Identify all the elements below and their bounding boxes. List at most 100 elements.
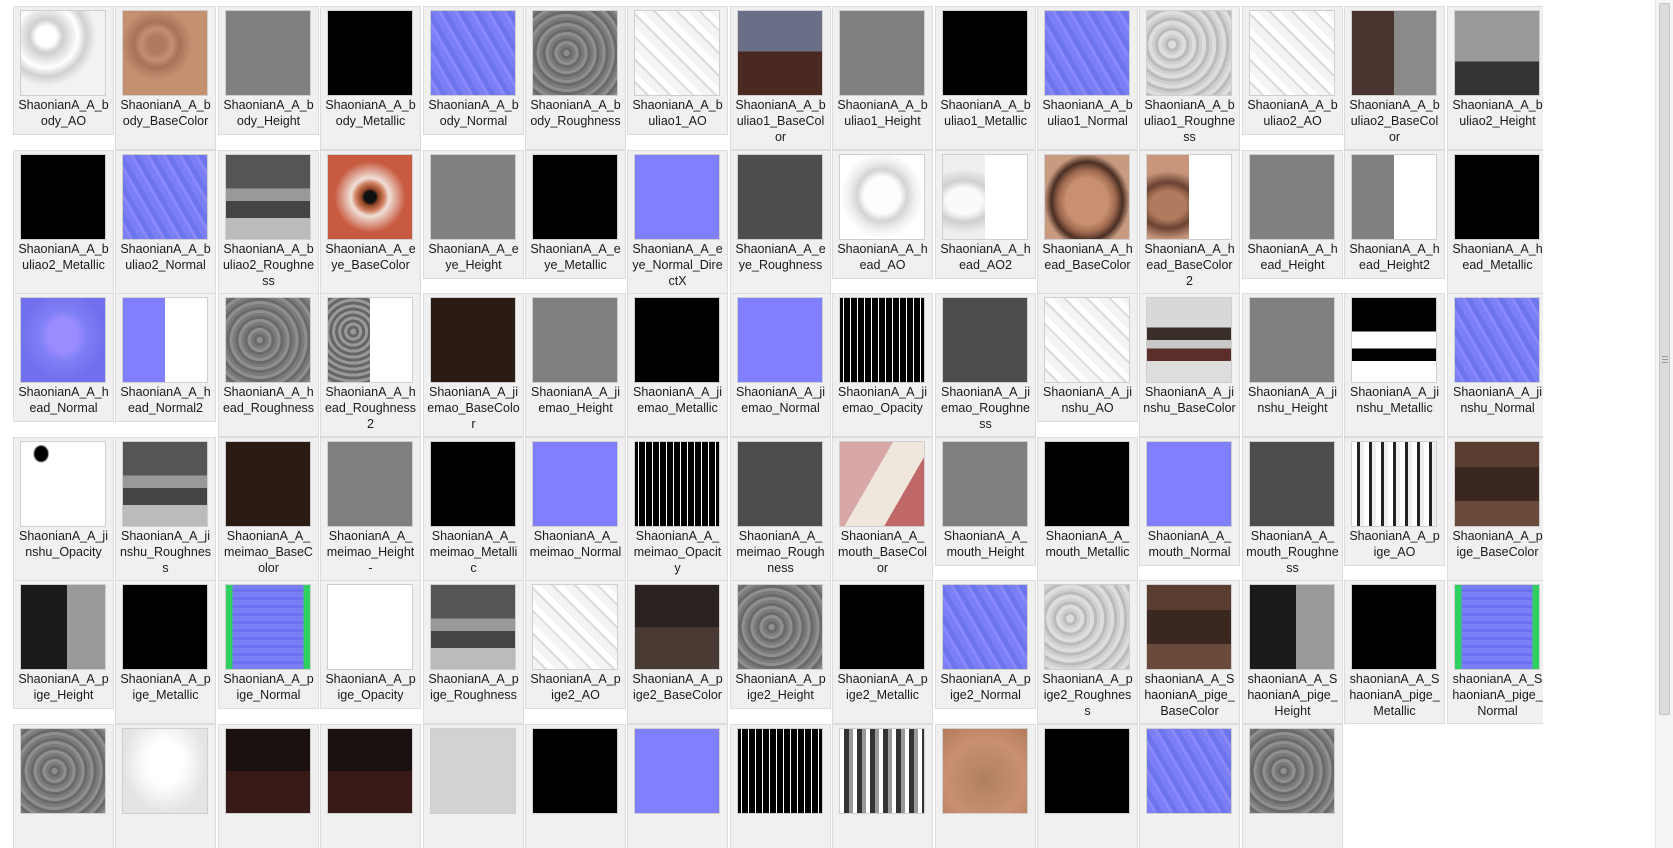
- file-item[interactable]: ShaonianA_A_eye_Metallic: [525, 150, 626, 279]
- file-item[interactable]: ShaonianA_A_mouth_BaseColor: [832, 437, 933, 581]
- file-item[interactable]: [423, 724, 524, 848]
- file-item[interactable]: ShaonianA_A_buliao2_AO: [1242, 6, 1343, 135]
- file-item[interactable]: ShaonianA_A_body_Height: [218, 6, 319, 135]
- file-item[interactable]: ShaonianA_A_head_Normal2: [115, 293, 216, 422]
- file-item[interactable]: ShaonianA_A_head_Metallic: [1447, 150, 1543, 294]
- scrollbar-thumb[interactable]: [1659, 3, 1670, 715]
- file-item[interactable]: ShaonianA_A_head_AO2: [935, 150, 1036, 279]
- texture-thumbnail: [1146, 10, 1232, 96]
- file-item[interactable]: shaonianA_A_ShaonianA_pige_Height: [1242, 580, 1343, 724]
- file-item[interactable]: ShaonianA_A_mouth_Normal: [1139, 437, 1240, 566]
- file-item[interactable]: ShaonianA_A_pige_AO: [1344, 437, 1445, 566]
- file-name-label: shaonianA_A_ShaonianA_pige_Metallic: [1349, 672, 1440, 718]
- file-item[interactable]: ShaonianA_A_jiemao_BaseColor: [423, 293, 524, 437]
- file-item[interactable]: ShaonianA_A_meimao_Height -: [320, 437, 421, 581]
- file-item[interactable]: [627, 724, 728, 848]
- file-item[interactable]: ShaonianA_A_jinshu_Opacity: [13, 437, 114, 581]
- file-item[interactable]: ShaonianA_A_buliao2_BaseColor: [1344, 6, 1445, 150]
- file-item[interactable]: ShaonianA_A_jinshu_Normal: [1447, 293, 1543, 437]
- file-item[interactable]: [218, 724, 319, 848]
- file-item[interactable]: ShaonianA_A_head_Height2: [1344, 150, 1445, 279]
- file-item[interactable]: [1139, 724, 1240, 848]
- file-item[interactable]: ShaonianA_A_meimao_Opacity: [627, 437, 728, 581]
- file-item[interactable]: ShaonianA_A_pige2_Metallic: [832, 580, 933, 724]
- file-item[interactable]: ShaonianA_A_buliao1_Roughness: [1139, 6, 1240, 150]
- file-name-label: ShaonianA_A_buliao2_BaseColor: [1349, 98, 1440, 144]
- file-item[interactable]: [13, 724, 114, 848]
- file-item[interactable]: ShaonianA_A_pige_Opacity: [320, 580, 421, 709]
- file-item[interactable]: ShaonianA_A_buliao1_BaseColor: [730, 6, 831, 150]
- file-item[interactable]: ShaonianA_A_buliao1_Metallic: [935, 6, 1036, 150]
- file-item[interactable]: ShaonianA_A_jinshu_Roughness: [115, 437, 216, 581]
- file-item[interactable]: shaonianA_A_ShaonianA_pige_BaseColor: [1139, 580, 1240, 724]
- file-item[interactable]: [1037, 724, 1138, 848]
- file-item[interactable]: ShaonianA_A_pige2_Normal: [935, 580, 1036, 709]
- file-item[interactable]: ShaonianA_A_jiemao_Metallic: [627, 293, 728, 437]
- file-item[interactable]: ShaonianA_A_jinshu_Height: [1242, 293, 1343, 437]
- file-item[interactable]: ShaonianA_A_mouth_Metallic: [1037, 437, 1138, 581]
- texture-thumbnail: [327, 297, 413, 383]
- file-item[interactable]: ShaonianA_A_pige2_Roughness: [1037, 580, 1138, 724]
- file-item[interactable]: ShaonianA_A_body_Normal: [423, 6, 524, 135]
- file-item[interactable]: ShaonianA_A_jiemao_Opacity: [832, 293, 933, 437]
- file-item[interactable]: ShaonianA_A_head_Roughness: [218, 293, 319, 437]
- file-item[interactable]: ShaonianA_A_head_BaseColor: [1037, 150, 1138, 294]
- file-item[interactable]: ShaonianA_A_pige_Normal: [218, 580, 319, 709]
- file-item[interactable]: ShaonianA_A_meimao_Roughness: [730, 437, 831, 581]
- file-item[interactable]: ShaonianA_A_head_AO: [832, 150, 933, 279]
- file-item[interactable]: ShaonianA_A_buliao1_Height: [832, 6, 933, 150]
- file-item[interactable]: [320, 724, 421, 848]
- file-item[interactable]: ShaonianA_A_pige_Metallic: [115, 580, 216, 724]
- file-item[interactable]: ShaonianA_A_mouth_Height: [935, 437, 1036, 566]
- file-item[interactable]: ShaonianA_A_head_BaseColor2: [1139, 150, 1240, 294]
- file-item[interactable]: [115, 724, 216, 848]
- texture-thumbnail: [634, 584, 720, 670]
- file-item[interactable]: ShaonianA_A_jinshu_BaseColor: [1139, 293, 1240, 437]
- file-item[interactable]: ShaonianA_A_eye_Roughness: [730, 150, 831, 294]
- file-item[interactable]: ShaonianA_A_buliao2_Normal: [115, 150, 216, 294]
- file-item[interactable]: ShaonianA_A_meimao_BaseColor: [218, 437, 319, 581]
- thumbnail-row: ShaonianA_A_jinshu_Opacity ShaonianA_A_ji…: [13, 437, 1543, 581]
- file-name-label: ShaonianA_A_pige2_Metallic: [837, 672, 928, 702]
- file-item[interactable]: ShaonianA_A_pige2_AO: [525, 580, 626, 709]
- file-item[interactable]: ShaonianA_A_meimao_Metallic: [423, 437, 524, 581]
- file-item[interactable]: ShaonianA_A_body_AO: [13, 6, 114, 135]
- file-item[interactable]: ShaonianA_A_buliao1_AO: [627, 6, 728, 135]
- file-item[interactable]: ShaonianA_A_jinshu_AO: [1037, 293, 1138, 422]
- file-item[interactable]: [1242, 724, 1343, 848]
- file-name-label: ShaonianA_A_pige_Roughness: [428, 672, 519, 702]
- file-item[interactable]: ShaonianA_A_pige2_BaseColor: [627, 580, 728, 724]
- file-item[interactable]: ShaonianA_A_head_Roughness2: [320, 293, 421, 437]
- file-item[interactable]: ShaonianA_A_jinshu_Metallic: [1344, 293, 1445, 437]
- file-item[interactable]: ShaonianA_A_eye_BaseColor: [320, 150, 421, 294]
- file-item[interactable]: ShaonianA_A_mouth_Roughness: [1242, 437, 1343, 581]
- file-item[interactable]: [525, 724, 626, 848]
- file-item[interactable]: ShaonianA_A_buliao2_Height: [1447, 6, 1543, 150]
- file-item[interactable]: ShaonianA_A_head_Height: [1242, 150, 1343, 279]
- file-item[interactable]: ShaonianA_A_pige2_Height: [730, 580, 831, 709]
- texture-thumbnail: [1249, 297, 1335, 383]
- file-item[interactable]: ShaonianA_A_body_BaseColor: [115, 6, 216, 150]
- file-item[interactable]: ShaonianA_A_buliao2_Roughness: [218, 150, 319, 294]
- file-item[interactable]: ShaonianA_A_pige_Height: [13, 580, 114, 709]
- file-item[interactable]: ShaonianA_A_body_Roughness: [525, 6, 626, 150]
- file-item[interactable]: ShaonianA_A_body_Metallic: [320, 6, 421, 150]
- file-item[interactable]: [730, 724, 831, 848]
- texture-thumbnail: [430, 584, 516, 670]
- file-item[interactable]: ShaonianA_A_buliao2_Metallic: [13, 150, 114, 294]
- file-item[interactable]: ShaonianA_A_jiemao_Normal: [730, 293, 831, 437]
- file-item[interactable]: ShaonianA_A_jiemao_Roughness: [935, 293, 1036, 437]
- file-item[interactable]: shaonianA_A_ShaonianA_pige_Metallic: [1344, 580, 1445, 724]
- file-item[interactable]: [832, 724, 933, 848]
- file-item[interactable]: ShaonianA_A_jiemao_Height: [525, 293, 626, 437]
- file-item[interactable]: ShaonianA_A_meimao_Normal: [525, 437, 626, 581]
- file-item[interactable]: ShaonianA_A_eye_Normal_DirectX: [627, 150, 728, 294]
- file-item[interactable]: shaonianA_A_ShaonianA_pige_Normal: [1447, 580, 1543, 724]
- vertical-scrollbar[interactable]: [1655, 0, 1673, 848]
- file-item[interactable]: ShaonianA_A_pige_BaseColor: [1447, 437, 1543, 581]
- file-item[interactable]: [935, 724, 1036, 848]
- file-item[interactable]: ShaonianA_A_head_Normal: [13, 293, 114, 422]
- file-item[interactable]: ShaonianA_A_pige_Roughness: [423, 580, 524, 724]
- file-item[interactable]: ShaonianA_A_eye_Height: [423, 150, 524, 279]
- file-item[interactable]: ShaonianA_A_buliao1_Normal: [1037, 6, 1138, 150]
